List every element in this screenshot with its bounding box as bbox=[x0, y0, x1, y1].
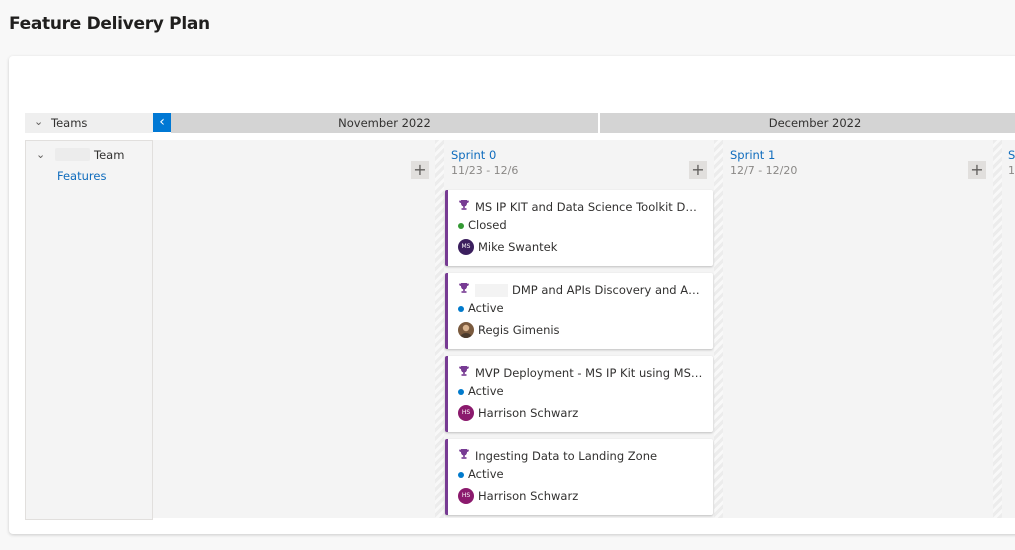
trophy-icon bbox=[459, 200, 469, 210]
state-dot bbox=[458, 306, 464, 312]
chevron-left-icon: ‹ bbox=[159, 114, 165, 130]
card-title: MVP Deployment - MS IP Kit using MS NATI… bbox=[475, 366, 703, 380]
month-header-december: December 2022 bbox=[600, 113, 1015, 133]
sprint-0-dates: 11/23 - 12/6 bbox=[451, 164, 519, 177]
team-name-redacted bbox=[55, 148, 90, 161]
sprint-divider bbox=[435, 140, 444, 518]
lane-sprint-1 bbox=[723, 140, 993, 518]
state-dot bbox=[458, 223, 464, 229]
trophy-icon bbox=[459, 449, 469, 459]
feature-card[interactable]: DMP and APIs Discovery and Assessment Ac… bbox=[445, 273, 713, 349]
previous-period-button[interactable]: ‹ bbox=[153, 113, 171, 132]
chevron-down-icon: ⌄ bbox=[34, 115, 44, 128]
card-title-redacted bbox=[475, 284, 508, 297]
sprint-2-name[interactable]: S bbox=[1008, 148, 1015, 162]
add-item-button[interactable]: + bbox=[968, 161, 986, 179]
card-title: DMP and APIs Discovery and Assessment bbox=[512, 283, 703, 297]
state-dot bbox=[458, 389, 464, 395]
card-title: MS IP KIT and Data Science Toolkit Demos bbox=[475, 200, 703, 214]
team-backlog-link[interactable]: Features bbox=[57, 169, 106, 183]
team-column bbox=[25, 140, 153, 520]
teams-header-label: Teams bbox=[51, 116, 88, 130]
sprint-divider bbox=[714, 140, 723, 518]
sprint-1-dates: 12/7 - 12/20 bbox=[730, 164, 798, 177]
lane-sprint-2: S 1 bbox=[1002, 140, 1015, 518]
feature-card[interactable]: MVP Deployment - MS IP Kit using MS NATI… bbox=[445, 356, 713, 432]
month-header-november: November 2022 bbox=[171, 113, 598, 133]
feature-card[interactable]: Ingesting Data to Landing Zone Active HS… bbox=[445, 439, 713, 515]
teams-header[interactable]: ⌄ Teams bbox=[25, 113, 153, 133]
card-assignee: Harrison Schwarz bbox=[478, 489, 579, 503]
feature-card[interactable]: MS IP KIT and Data Science Toolkit Demos… bbox=[445, 190, 713, 266]
sprint-0-name[interactable]: Sprint 0 bbox=[451, 148, 496, 162]
trophy-icon bbox=[459, 283, 469, 293]
page-title: Feature Delivery Plan bbox=[9, 14, 210, 34]
add-item-button[interactable]: + bbox=[689, 161, 707, 179]
trophy-icon bbox=[459, 366, 469, 376]
avatar: HS bbox=[458, 405, 474, 421]
card-state: Active bbox=[468, 384, 504, 398]
lane-previous bbox=[153, 140, 435, 518]
card-assignee: Regis Gimenis bbox=[478, 323, 560, 337]
sprint-1-name[interactable]: Sprint 1 bbox=[730, 148, 775, 162]
state-dot bbox=[458, 472, 464, 478]
card-assignee: Mike Swantek bbox=[478, 240, 558, 254]
avatar: HS bbox=[458, 488, 474, 504]
add-item-button[interactable]: + bbox=[411, 161, 429, 179]
sprint-2-dates: 1 bbox=[1008, 164, 1015, 177]
avatar: MS bbox=[458, 239, 474, 255]
team-name: Team bbox=[94, 148, 125, 162]
card-title: Ingesting Data to Landing Zone bbox=[475, 449, 658, 463]
card-state: Active bbox=[468, 301, 504, 315]
card-state: Active bbox=[468, 467, 504, 481]
card-state: Closed bbox=[468, 218, 507, 232]
card-assignee: Harrison Schwarz bbox=[478, 406, 579, 420]
avatar bbox=[458, 322, 474, 338]
chevron-down-icon[interactable]: ⌄ bbox=[36, 148, 45, 161]
sprint-divider bbox=[993, 140, 1002, 518]
person-photo-icon bbox=[460, 324, 472, 338]
